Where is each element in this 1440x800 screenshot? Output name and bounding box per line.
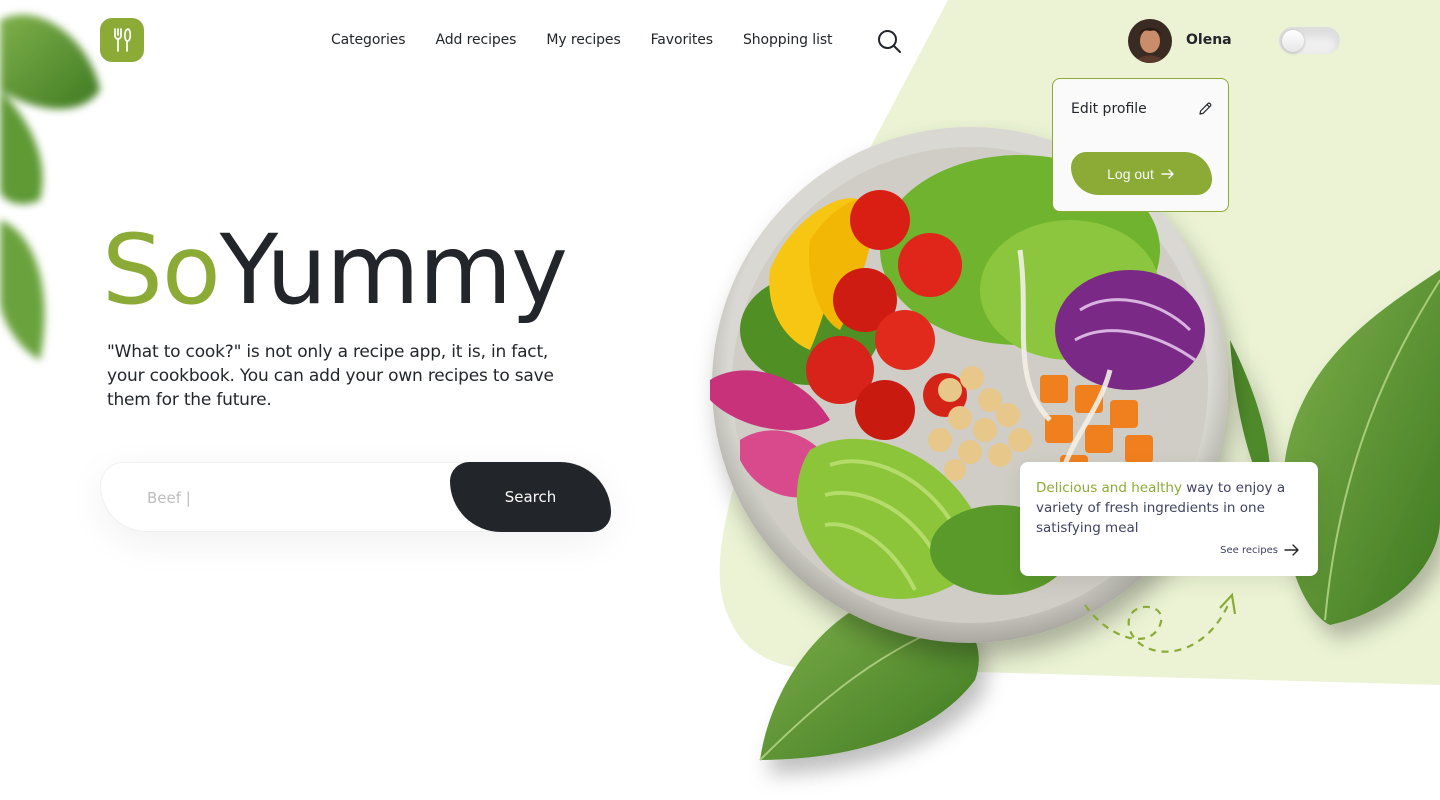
profile-menu: Edit profile Log out [1052, 78, 1229, 212]
fork-knife-icon [114, 28, 132, 52]
search-button[interactable]: Search [450, 462, 611, 532]
logout-button[interactable]: Log out [1071, 152, 1212, 195]
logo[interactable] [100, 18, 144, 62]
recipe-search-form: Search [100, 462, 611, 532]
pencil-icon [1199, 102, 1212, 115]
arrow-right-icon [1161, 168, 1174, 179]
user-name[interactable]: Olena [1186, 32, 1232, 48]
info-card-text: Delicious and healthy way to enjoy a var… [1036, 478, 1304, 538]
arrow-right-icon [1284, 544, 1299, 556]
nav-item-my-recipes[interactable]: My recipes [546, 32, 620, 48]
edit-profile-button[interactable]: Edit profile [1071, 99, 1212, 119]
info-card-highlight: Delicious and healthy [1036, 480, 1182, 496]
theme-toggle-knob [1282, 29, 1304, 52]
search-icon[interactable] [876, 28, 902, 54]
nav-item-favorites[interactable]: Favorites [651, 32, 713, 48]
hero-description: "What to cook?" is not only a recipe app… [107, 342, 554, 410]
see-recipes-label: See recipes [1220, 544, 1278, 556]
info-card: Delicious and healthy way to enjoy a var… [1020, 462, 1318, 576]
dashed-arrow-decoration [1084, 592, 1237, 653]
avatar[interactable] [1128, 19, 1172, 63]
user-avatar-image [1128, 19, 1172, 63]
logout-label: Log out [1107, 165, 1154, 182]
nav-item-categories[interactable]: Categories [331, 32, 406, 48]
edit-profile-label: Edit profile [1071, 101, 1147, 117]
main-nav: Categories Add recipes My recipes Favori… [331, 30, 833, 50]
nav-item-add-recipes[interactable]: Add recipes [435, 32, 516, 48]
search-input[interactable] [147, 487, 427, 509]
nav-item-shopping-list[interactable]: Shopping list [743, 32, 833, 48]
hero-title-accent: So [102, 214, 221, 326]
hero-title-main: Yummy [219, 214, 568, 326]
hero-title: SoYummy [102, 220, 568, 321]
see-recipes-link[interactable]: See recipes [1220, 543, 1300, 557]
theme-toggle[interactable] [1279, 27, 1340, 54]
